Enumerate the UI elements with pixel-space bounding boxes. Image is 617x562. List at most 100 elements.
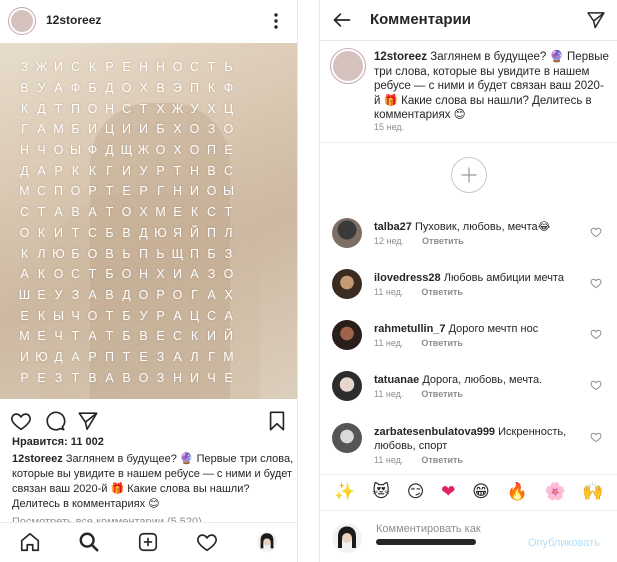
emoji-shortcut[interactable]: 😏 [407,482,425,502]
grid-letter: Б [71,246,80,261]
back-arrow-icon[interactable] [332,10,352,30]
share-send-icon[interactable] [77,410,99,432]
comment-username[interactable]: zarbatesenbulatova999 [374,426,495,438]
post-caption: 12storeez Заглянем в будущее? 🔮 Первые т… [12,452,294,512]
grid-letter: К [190,329,199,344]
like-heart-icon[interactable] [10,410,32,432]
page-title: Комментарии [370,11,472,28]
likes-count[interactable]: Нравится: 11 002 [12,436,104,448]
post-username[interactable]: 12storeez [46,13,101,27]
reply-link[interactable]: Ответить [421,338,463,348]
grid-letter: И [54,60,63,75]
grid-letter: М [19,329,30,344]
emoji-shortcut[interactable]: 😻 [372,482,390,502]
comment-like-heart-icon[interactable] [590,379,602,391]
comment-like-heart-icon[interactable] [590,277,602,289]
grid-letter: К [71,163,80,178]
comment-input-bar: Комментировать как Опубликовать [320,510,617,562]
grid-letter: Ж [137,143,150,158]
grid-letter: С [19,205,30,220]
caption-username[interactable]: 12storeez [374,51,427,63]
emoji-shortcut[interactable]: ✨ [334,482,355,502]
comment-like-heart-icon[interactable] [590,431,602,443]
post-comment-button[interactable]: Опубликовать [528,537,600,549]
grid-letter: Ь [156,246,165,261]
direct-send-icon[interactable] [586,10,606,30]
grid-letter: О [172,60,183,75]
grid-letter: Т [105,329,114,344]
grid-letter: А [88,329,97,344]
grid-letter: П [190,81,199,96]
comment-username[interactable]: ilovedress28 [374,272,441,284]
caption-username[interactable]: 12storeez [12,453,63,465]
grid-letter: Т [37,205,46,220]
emoji-shortcut[interactable]: 😁 [472,482,490,502]
grid-letter: А [54,205,63,220]
load-more-comments-icon[interactable] [451,157,487,193]
grid-letter: З [156,349,165,364]
grid-letter: У [139,308,148,323]
commenter-avatar[interactable] [332,371,362,401]
grid-letter: Н [138,267,149,282]
comment-bubble-icon[interactable] [44,410,66,432]
commenter-avatar[interactable] [332,218,362,248]
grid-letter: Н [189,163,200,178]
comments-screen: Комментарии 12storeez Заглянем в будущее… [319,0,617,562]
reply-link[interactable]: Ответить [421,389,463,399]
comment-time: 11 нед. [374,287,404,297]
grid-letter: К [20,101,29,116]
commenter-avatar[interactable] [332,269,362,299]
home-icon[interactable] [19,531,41,553]
reply-link[interactable]: Ответить [422,236,464,246]
grid-letter: П [190,246,199,261]
post-avatar[interactable] [8,7,36,35]
grid-letter: А [88,287,97,302]
reply-link[interactable]: Ответить [421,455,463,465]
comment-meta: 11 нед. Ответить [374,455,463,465]
grid-letter: Е [37,370,46,385]
comment-item: talba27 Пуховик, любовь, мечта😂 12 нед. От… [320,218,617,268]
grid-letter: Ф [223,81,234,96]
grid-letter: К [37,225,46,240]
comment-username[interactable]: talba27 [374,221,412,233]
grid-letter: Н [172,184,183,199]
commenter-avatar[interactable] [332,320,362,350]
emoji-shortcut[interactable]: ❤ [441,482,455,502]
grid-letter: В [122,370,131,385]
grid-letter: З [207,122,216,137]
grid-row: РЕЗТВАВОЗНИЧЕ [16,367,288,388]
more-options-icon[interactable] [270,10,282,32]
activity-heart-icon[interactable] [196,531,218,553]
new-post-icon[interactable] [137,531,159,553]
grid-letter: А [37,163,46,178]
grid-letter: К [207,81,216,96]
grid-letter: М [19,184,30,199]
grid-letter: В [88,370,97,385]
reply-link[interactable]: Ответить [421,287,463,297]
post-image-word-puzzle[interactable]: ЗЖИСКРЕННОСТЬВУАФБДОХВЭПКФКДТПОНСТХЖУХЦГ… [0,43,297,399]
grid-letter: С [189,60,200,75]
comment-username[interactable]: tatuanae [374,374,419,386]
grid-letter: С [121,101,132,116]
caption-avatar[interactable] [330,48,366,84]
grid-letter: И [190,370,199,385]
grid-row: ВУАФБДОХВЭПКФ [16,78,288,99]
grid-letter: Ж [171,101,184,116]
grid-letter: А [173,308,182,323]
comment-like-heart-icon[interactable] [590,226,602,238]
grid-letter: У [37,81,46,96]
emoji-shortcut[interactable]: 🙌 [582,482,603,502]
commenter-avatar[interactable] [332,423,362,453]
grid-letter: Г [106,163,113,178]
comment-like-heart-icon[interactable] [590,328,602,340]
comment-username[interactable]: rahmetullin_7 [374,323,446,335]
emoji-shortcut[interactable]: 🌸 [544,482,565,502]
emoji-shortcut[interactable]: 🔥 [507,482,528,502]
grid-letter: У [139,163,148,178]
comment-input-field[interactable]: Комментировать как [376,523,481,535]
bookmark-icon[interactable] [266,410,288,432]
grid-row: ЗЖИСКРЕННОСТЬ [16,57,288,78]
profile-avatar-icon[interactable] [256,531,278,553]
grid-letter: Ы [52,308,65,323]
search-icon[interactable] [78,531,100,553]
